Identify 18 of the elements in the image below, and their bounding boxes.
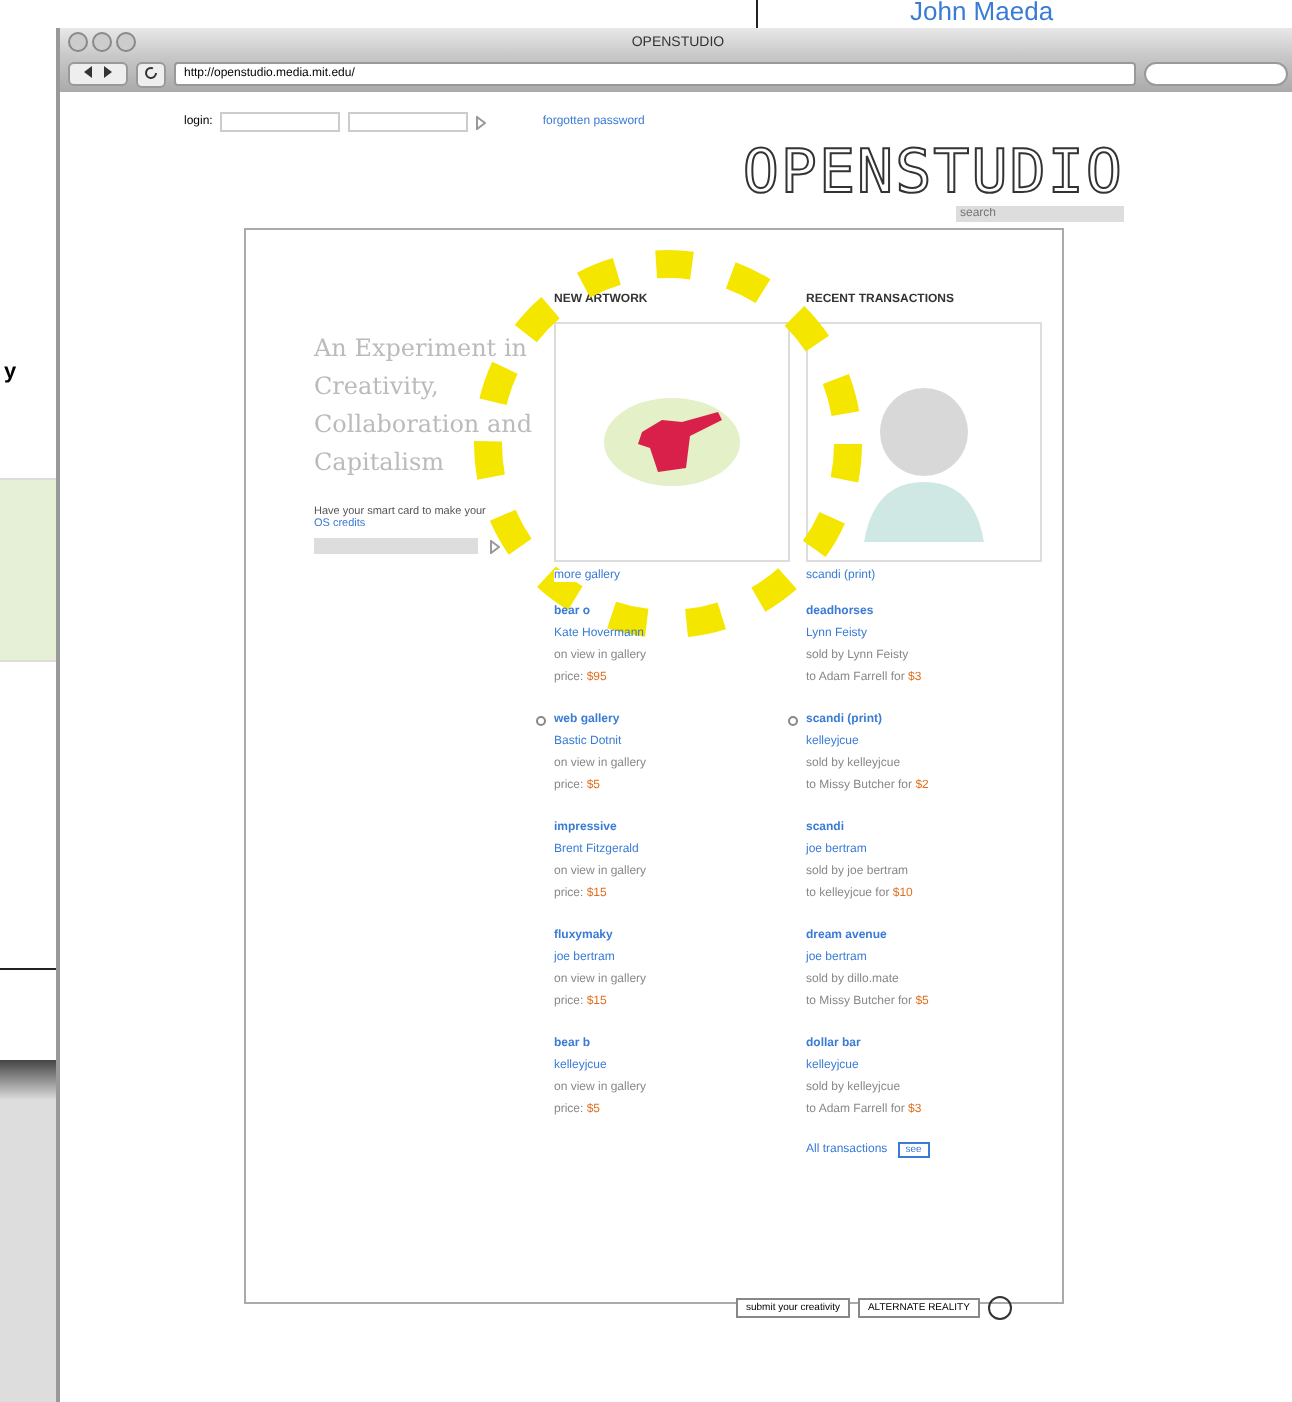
reload-icon[interactable] (144, 65, 158, 79)
username-field[interactable] (220, 112, 341, 132)
person-name-link[interactable]: John Maeda (910, 0, 1054, 26)
back-forward-button[interactable] (68, 62, 128, 86)
portrait-picture[interactable] (806, 322, 1042, 562)
arrow-icon[interactable] (476, 115, 487, 129)
label-text: y (4, 360, 17, 384)
password-field[interactable] (348, 112, 469, 132)
headline: An Experiment in Creativity, Collaboration and Capitalism (314, 332, 535, 480)
marker-icon (536, 716, 546, 726)
search-field[interactable] (1144, 62, 1288, 86)
card-field[interactable] (314, 538, 478, 554)
marker-icon (788, 716, 798, 726)
back-forward-arrows-icon[interactable] (82, 66, 114, 78)
arrow-icon[interactable] (490, 539, 500, 553)
circle-icon[interactable] (987, 1296, 1012, 1320)
site-logo: OPENSTUDIO (742, 144, 1124, 204)
reload-button[interactable] (136, 61, 166, 87)
